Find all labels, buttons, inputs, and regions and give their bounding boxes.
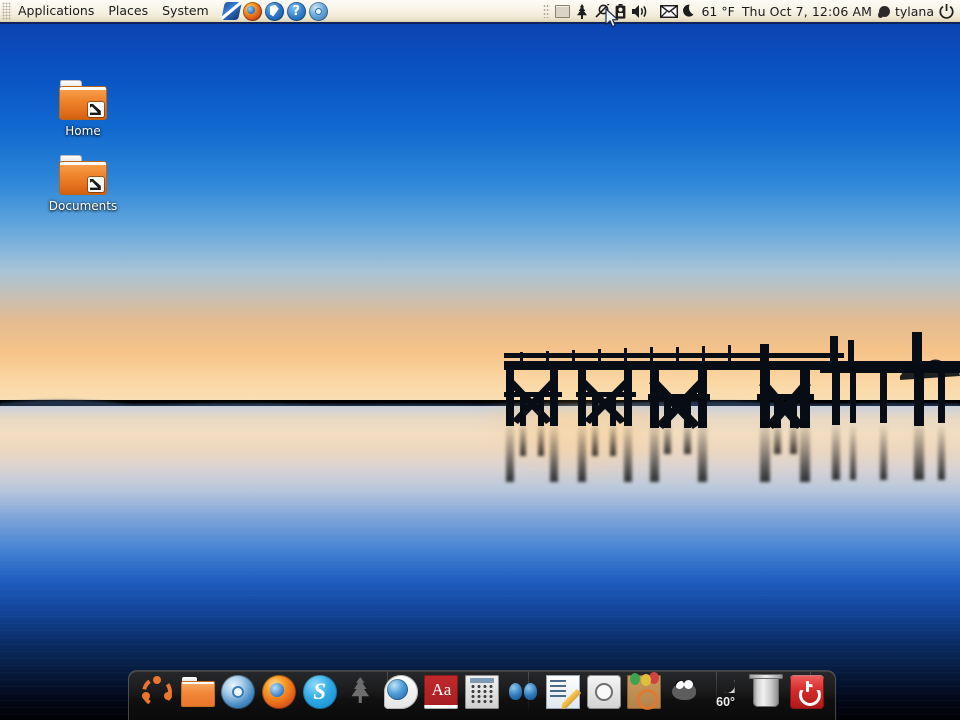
desktop-wallpaper bbox=[0, 0, 960, 720]
dock-item-gimp[interactable] bbox=[665, 672, 706, 718]
dock-item-weather[interactable]: 60° bbox=[705, 672, 746, 718]
dock-item-calculator[interactable] bbox=[462, 672, 503, 718]
dock-item-software-center[interactable] bbox=[624, 672, 665, 718]
menu-applications[interactable]: Applications bbox=[11, 0, 101, 22]
dock-item-dictionary[interactable]: Aa bbox=[421, 672, 462, 718]
backup-disc-icon bbox=[586, 675, 621, 709]
desktop-icon-home[interactable]: Home bbox=[34, 80, 132, 139]
dock-item-text-editor[interactable] bbox=[543, 672, 584, 718]
power-icon[interactable] bbox=[939, 1, 954, 21]
menu-places[interactable]: Places bbox=[101, 0, 155, 22]
folder-icon bbox=[59, 80, 107, 120]
blue-swoosh-icon[interactable] bbox=[220, 2, 242, 20]
bluetooth-tree-icon[interactable] bbox=[575, 1, 589, 21]
user-avatar[interactable] bbox=[878, 5, 890, 17]
desktop-icon-documents[interactable]: Documents bbox=[34, 155, 132, 214]
panel-left-section: Applications Places System ? bbox=[0, 0, 328, 22]
panel-username[interactable]: tylana bbox=[895, 4, 934, 19]
moon-icon[interactable] bbox=[683, 1, 696, 21]
tray-grip-handle[interactable] bbox=[543, 4, 551, 18]
dock-item-balloons[interactable] bbox=[502, 672, 543, 718]
skype-icon: S bbox=[302, 675, 337, 709]
dock-item-webchat[interactable] bbox=[381, 672, 422, 718]
dock-weather-temperature: 60° bbox=[716, 695, 736, 709]
firefox-icon[interactable] bbox=[242, 1, 262, 21]
panel-grip-handle[interactable] bbox=[2, 2, 11, 20]
dock-item-list: S Aa 60° bbox=[128, 670, 836, 720]
tree-icon bbox=[343, 675, 377, 709]
ubuntu-logo-icon bbox=[140, 675, 174, 709]
balloons-icon bbox=[506, 675, 540, 709]
question-icon[interactable]: ? bbox=[286, 1, 306, 21]
gimp-wilber-icon bbox=[668, 675, 702, 709]
dock-item-firefox[interactable] bbox=[259, 672, 300, 718]
globe-chat-icon bbox=[383, 675, 418, 709]
top-panel: Applications Places System ? 61 °F Thu O… bbox=[0, 0, 960, 24]
power-icon bbox=[789, 675, 824, 709]
software-center-icon bbox=[627, 673, 662, 710]
dock-item-backup[interactable] bbox=[584, 672, 625, 718]
dock-item-shutdown[interactable] bbox=[787, 672, 828, 718]
dock-item-ubuntu[interactable] bbox=[137, 672, 178, 718]
trash-icon bbox=[749, 674, 784, 707]
dock-item-chromium[interactable] bbox=[218, 672, 259, 718]
firefox-icon bbox=[262, 675, 297, 709]
application-dock: S Aa 60° bbox=[128, 664, 836, 720]
mail-envelope-icon[interactable] bbox=[660, 1, 679, 21]
desktop-screen: Applications Places System ? 61 °F Thu O… bbox=[0, 0, 960, 720]
weather-temperature[interactable]: 61 °F bbox=[701, 4, 734, 19]
text-editor-icon bbox=[546, 675, 581, 709]
dock-item-tree[interactable] bbox=[340, 672, 381, 718]
chromium-icon bbox=[221, 675, 256, 709]
desktop-icon-home-label: Home bbox=[65, 124, 101, 138]
dock-item-files[interactable] bbox=[178, 672, 219, 718]
folder-icon bbox=[180, 675, 215, 709]
panel-launcher-group: ? bbox=[220, 1, 328, 21]
menu-system[interactable]: System bbox=[155, 0, 216, 22]
panel-right-section: 61 °F Thu Oct 7, 12:06 AM tylana bbox=[543, 0, 960, 22]
window-list-icon[interactable] bbox=[555, 1, 571, 21]
battery-icon[interactable] bbox=[615, 1, 626, 21]
desktop-icon-documents-label: Documents bbox=[48, 199, 118, 213]
dock-item-skype[interactable]: S bbox=[299, 672, 340, 718]
panel-clock[interactable]: Thu Oct 7, 12:06 AM bbox=[740, 4, 874, 19]
network-plug-icon[interactable] bbox=[594, 1, 610, 21]
calculator-icon bbox=[465, 675, 500, 709]
dictionary-icon: Aa bbox=[424, 675, 459, 709]
volume-speaker-icon[interactable] bbox=[631, 1, 649, 21]
chromium-icon[interactable] bbox=[308, 1, 328, 21]
moon-icon: 60° bbox=[709, 675, 743, 709]
folder-icon bbox=[59, 155, 107, 195]
help-browser-icon[interactable] bbox=[264, 1, 284, 21]
wallpaper-sky bbox=[0, 0, 960, 400]
dock-item-trash[interactable] bbox=[746, 672, 787, 718]
